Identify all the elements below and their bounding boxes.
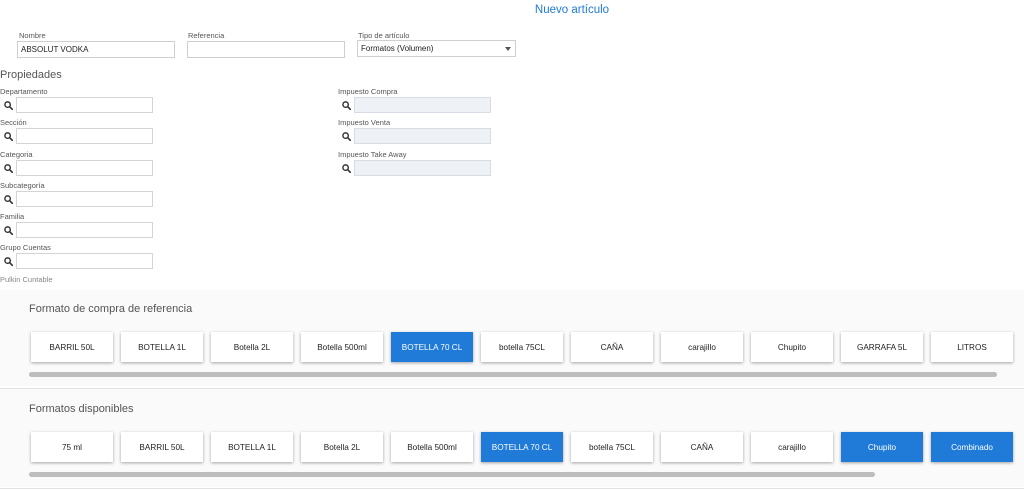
prop-search-input[interactable] [16,160,153,176]
prop-search-row [0,97,153,113]
format-chip[interactable]: Botella 2L [301,432,383,462]
format-chip[interactable]: LITROS [931,332,1013,362]
prop-search-input[interactable] [16,222,153,238]
format-chip[interactable]: Combinado [931,432,1013,462]
prop-search-input[interactable] [16,97,153,113]
search-icon[interactable] [0,222,16,238]
disponibles-scrollbar[interactable] [29,472,875,477]
search-icon[interactable] [0,97,16,113]
prop-search-row [0,160,153,176]
compra-title: Formato de compra de referencia [29,303,193,315]
prop-label: Impuesto Take Away [338,150,407,159]
disponibles-title: Formatos disponibles [29,403,134,415]
prop-search-row [0,253,153,269]
truncated-field-label: Pulkin Cuntable [0,276,53,282]
prop-search-row [338,160,491,176]
format-chip[interactable]: Botella 2L [211,332,293,362]
prop-label: Sección [0,118,27,127]
prop-search-input[interactable] [16,128,153,144]
format-chip[interactable]: 75 ml [31,432,113,462]
prop-search-row [0,191,153,207]
format-chip[interactable]: BOTELLA 70 CL [391,332,473,362]
format-chip[interactable]: Botella 500ml [301,332,383,362]
referencia-label: Referencia [188,31,225,40]
tipo-articulo-label: Tipo de artículo [358,31,410,40]
search-icon[interactable] [338,160,354,176]
search-icon[interactable] [0,191,16,207]
prop-search-input[interactable] [16,253,153,269]
prop-search-row [0,222,153,238]
prop-label: Departamento [0,87,48,96]
propiedades-title: Propiedades [0,69,62,81]
search-icon[interactable] [0,253,16,269]
compra-scrollbar[interactable] [29,372,997,377]
search-icon[interactable] [338,97,354,113]
disponibles-formats-list: 75 ml BARRIL 50L BOTELLA 1L Botella 2L Botel… [31,432,1013,462]
format-chip[interactable]: BARRIL 50L [31,332,113,362]
referencia-input[interactable] [187,41,345,58]
prop-label: Categoria [0,150,33,159]
format-chip[interactable]: botella 75CL [481,332,563,362]
prop-label: Subcategoría [0,181,45,190]
prop-search-row [0,128,153,144]
format-chip[interactable]: carajillo [751,432,833,462]
prop-search-row [338,128,491,144]
search-icon[interactable] [338,128,354,144]
page-title: Nuevo artículo [534,4,610,16]
format-chip[interactable]: CAÑA [571,332,653,362]
prop-label: Impuesto Compra [338,87,398,96]
prop-search-input[interactable] [16,191,153,207]
prop-label: Familia [0,212,25,221]
format-chip[interactable]: GARRAFA 5L [841,332,923,362]
format-chip[interactable]: carajillo [661,332,743,362]
prop-search-row [338,97,491,113]
format-chip[interactable]: Botella 500ml [391,432,473,462]
format-chip[interactable]: Chupito [751,332,833,362]
search-icon[interactable] [0,160,16,176]
nombre-input[interactable] [17,41,175,58]
prop-search-input[interactable] [354,128,491,144]
format-chip[interactable]: BOTELLA 1L [121,332,203,362]
bottom-divider [0,488,1024,489]
tipo-articulo-value: Formatos (Volumen) [361,44,434,53]
prop-search-input[interactable] [354,160,491,176]
prop-label: Grupo Cuentas [0,243,51,252]
nombre-label: Nombre [19,31,46,40]
search-icon[interactable] [0,128,16,144]
prop-label: Impuesto Venta [338,118,391,127]
tipo-articulo-select[interactable]: Formatos (Volumen) [357,40,516,57]
compra-formats-list: BARRIL 50L BOTELLA 1L Botella 2L Botella 50… [31,332,1013,362]
format-chip[interactable]: CAÑA [661,432,743,462]
format-chip[interactable]: botella 75CL [571,432,653,462]
format-chip[interactable]: Chupito [841,432,923,462]
prop-search-input[interactable] [354,97,491,113]
format-chip[interactable]: BOTELLA 1L [211,432,293,462]
format-chip[interactable]: BARRIL 50L [121,432,203,462]
chevron-down-icon [505,47,511,51]
format-chip[interactable]: BOTELLA 70 CL [481,432,563,462]
